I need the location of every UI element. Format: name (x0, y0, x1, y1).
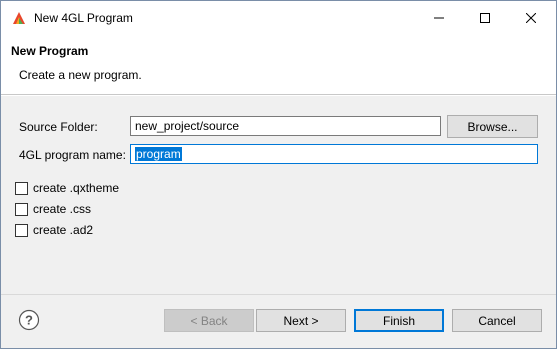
option-qxtheme[interactable]: create .qxtheme (15, 180, 119, 196)
program-name-label: 4GL program name: (19, 148, 126, 162)
form-content: Source Folder: new_project/source Browse… (1, 96, 556, 294)
program-name-selection: program (135, 147, 182, 161)
option-label: create .ad2 (33, 223, 94, 237)
maximize-button[interactable] (462, 1, 508, 35)
option-label: create .qxtheme (33, 181, 120, 195)
browse-button[interactable]: Browse... (447, 115, 538, 138)
window-title: New 4GL Program (34, 11, 133, 25)
wizard-dialog: New 4GL Program New Program Create a new… (0, 0, 557, 349)
page-title: New Program (11, 44, 89, 58)
source-folder-label: Source Folder: (19, 120, 98, 134)
svg-text:?: ? (25, 313, 33, 328)
finish-button[interactable]: Finish (354, 309, 444, 332)
program-name-input[interactable]: program (130, 144, 538, 164)
minimize-button[interactable] (416, 1, 462, 35)
next-button[interactable]: Next > (256, 309, 346, 332)
css-checkbox[interactable] (15, 202, 28, 216)
title-bar[interactable]: New 4GL Program (1, 1, 556, 35)
button-bar: ? < Back Next > Finish Cancel (1, 294, 556, 348)
source-folder-input[interactable]: new_project/source (130, 116, 441, 136)
close-button[interactable] (508, 1, 554, 35)
option-ad2[interactable]: create .ad2 (15, 222, 93, 238)
cancel-button[interactable]: Cancel (452, 309, 542, 332)
wizard-banner: New Program Create a new program. (1, 35, 556, 95)
back-button[interactable]: < Back (164, 309, 254, 332)
page-description: Create a new program. (19, 68, 142, 82)
qxtheme-checkbox[interactable] (15, 181, 28, 195)
app-logo-icon (11, 10, 27, 26)
option-css[interactable]: create .css (15, 201, 91, 217)
ad2-checkbox[interactable] (15, 223, 28, 237)
help-icon[interactable]: ? (18, 309, 40, 331)
option-label: create .css (33, 202, 92, 216)
